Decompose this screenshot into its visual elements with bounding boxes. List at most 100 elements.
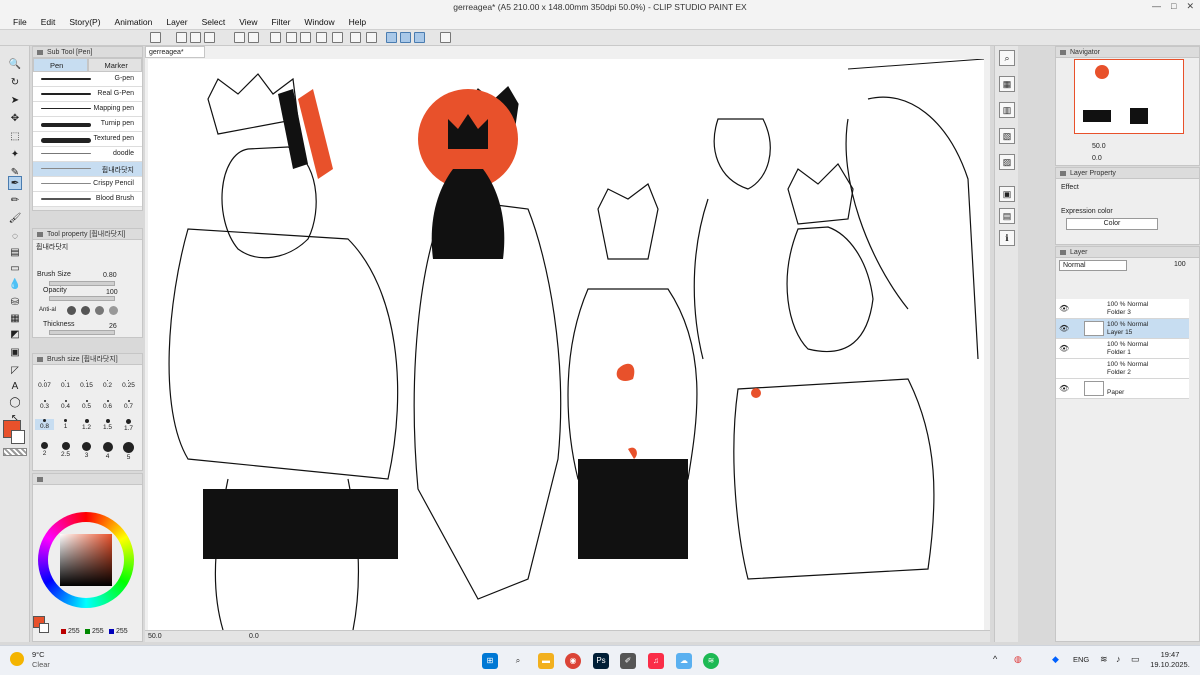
zoom-readout[interactable]: 50.0	[148, 633, 162, 640]
brush-item-g-pen[interactable]: G-pen	[33, 72, 142, 87]
menu-animation[interactable]: Animation	[108, 17, 160, 27]
menu-filter[interactable]: Filter	[265, 17, 298, 27]
brush-item-mapping-pen[interactable]: Mapping pen	[33, 102, 142, 117]
visibility-eye-icon[interactable]: 👁	[1059, 304, 1069, 313]
brush-item-crispy-pencil[interactable]: Crispy Pencil	[33, 177, 142, 192]
menu-edit[interactable]: Edit	[34, 17, 63, 27]
spotify-icon[interactable]: ≋	[703, 653, 719, 669]
menu-story[interactable]: Story(P)	[62, 17, 107, 27]
chrome-icon[interactable]: ◉	[565, 653, 581, 669]
antialias-option-1[interactable]	[67, 306, 76, 315]
brush-item-doodle[interactable]: doodle	[33, 147, 142, 162]
new-file-icon[interactable]	[176, 32, 187, 43]
approximate-color-icon[interactable]: ▨	[999, 154, 1015, 170]
undo-icon[interactable]	[234, 32, 245, 43]
visibility-eye-icon[interactable]: 👁	[1059, 344, 1069, 353]
volume-icon[interactable]: ♪	[1116, 654, 1121, 664]
language-indicator[interactable]: ENG	[1073, 655, 1089, 664]
blend-tool-icon[interactable]: 💧	[8, 278, 22, 292]
auto-select-tool-icon[interactable]: ✦	[8, 148, 22, 162]
fill-icon[interactable]	[300, 32, 311, 43]
snap-special-ruler-icon[interactable]	[400, 32, 411, 43]
rotation-readout[interactable]: 0.0	[249, 631, 259, 642]
brush-size-cell[interactable]: 0.2	[98, 380, 117, 389]
layer-row-selected[interactable]: 👁 100 % Normal Layer 15	[1056, 319, 1189, 339]
zoom-tool-icon[interactable]: 🔍	[8, 58, 22, 72]
brush-size-cell[interactable]: 4	[98, 442, 117, 460]
show-selection-icon[interactable]	[366, 32, 377, 43]
navigator-zoom[interactable]: 50.0	[1092, 143, 1106, 150]
close-button[interactable]: ✕	[1186, 1, 1194, 12]
minimize-button[interactable]: —	[1152, 1, 1161, 12]
sub-color-small-swatch[interactable]	[39, 623, 49, 633]
redo-icon[interactable]	[248, 32, 259, 43]
clip-studio-icon[interactable]: ✐	[620, 653, 636, 669]
antialias-option-4[interactable]	[109, 306, 118, 315]
weather-description[interactable]: Clear	[32, 660, 50, 669]
sub-color-swatch[interactable]	[11, 430, 25, 444]
tray-chevron-up-icon[interactable]: ^	[993, 654, 997, 664]
navigator-icon[interactable]: ▣	[999, 186, 1015, 202]
brush-size-cell[interactable]: 0.3	[35, 400, 54, 410]
info-icon[interactable]: ℹ	[999, 230, 1015, 246]
brush-size-cell[interactable]: 0.15	[77, 380, 96, 389]
color-wheel[interactable]	[38, 512, 134, 608]
color-set-icon[interactable]: ▥	[999, 102, 1015, 118]
brush-size-cell[interactable]: 0.1	[56, 380, 75, 389]
menu-help[interactable]: Help	[342, 17, 373, 27]
brush-item-textured-pen[interactable]: Textured pen	[33, 132, 142, 147]
layer-search-icon[interactable]: ▤	[999, 208, 1015, 224]
transparent-color-swatch[interactable]	[3, 448, 27, 456]
clear-icon[interactable]	[270, 32, 281, 43]
layer-row[interactable]: 👁 100 % Normal Folder 3	[1056, 299, 1189, 319]
brush-size-cell-selected[interactable]: 0.8	[35, 419, 54, 430]
operation-tool-icon[interactable]: ➤	[8, 94, 22, 108]
brush-size-cell[interactable]: 1.2	[77, 419, 96, 431]
visibility-eye-icon[interactable]: 👁	[1059, 324, 1069, 333]
brush-size-cell[interactable]: 2	[35, 442, 54, 457]
antialias-option-3[interactable]	[95, 306, 104, 315]
invert-selection-icon[interactable]	[350, 32, 361, 43]
brush-size-cell[interactable]: 3	[77, 442, 96, 459]
dropbox-icon[interactable]: ◆	[1052, 654, 1059, 665]
brush-size-cell[interactable]: 0.7	[119, 400, 138, 410]
tab-pen[interactable]: Pen	[33, 58, 88, 72]
brush-size-cell[interactable]: 1.7	[119, 419, 138, 432]
frame-tool-icon[interactable]: ▣	[8, 346, 22, 360]
figure-tool-icon[interactable]: ◩	[8, 328, 22, 342]
brush-size-cell[interactable]: 2.5	[56, 442, 75, 458]
intermediate-color-icon[interactable]: ▧	[999, 128, 1015, 144]
fill-tool-icon[interactable]: ⛁	[8, 296, 22, 310]
menu-view[interactable]: View	[232, 17, 264, 27]
document-tab[interactable]: gerreagea*	[145, 46, 205, 58]
layer-opacity-value[interactable]: 100	[1174, 261, 1186, 268]
layer-row[interactable]: 👁100 % NormalFolder 2	[1056, 359, 1189, 379]
opacity-slider[interactable]	[49, 296, 115, 301]
brush-size-cell[interactable]: 0.5	[77, 400, 96, 410]
blend-mode-select[interactable]: Normal	[1059, 260, 1127, 271]
expression-color-select[interactable]: Color	[1066, 218, 1158, 230]
menu-layer[interactable]: Layer	[159, 17, 194, 27]
clock-date[interactable]: 19.10.2025.	[1148, 660, 1192, 669]
battery-icon[interactable]: ▭	[1131, 654, 1140, 665]
search-icon[interactable]: ⌕	[999, 50, 1015, 66]
brush-size-cell[interactable]: 5	[119, 442, 138, 461]
tray-app-icon[interactable]: ◍	[1014, 654, 1022, 665]
brush-size-cell[interactable]: 1.5	[98, 419, 117, 431]
brush-size-slider[interactable]	[49, 281, 115, 286]
brush-item-real-g-pen[interactable]: Real G-Pen	[33, 87, 142, 102]
airbrush-tool-icon[interactable]: ◌	[8, 230, 22, 244]
brush-item-selected[interactable]: 휩내라닷지	[33, 162, 142, 177]
photoshop-icon[interactable]: Ps	[593, 653, 609, 669]
decoration-tool-icon[interactable]: ▤	[8, 246, 22, 260]
selection-tool-icon[interactable]: ⬚	[8, 130, 22, 144]
file-explorer-icon[interactable]: ▬	[538, 653, 554, 669]
eraser-tool-icon[interactable]: ▭	[8, 262, 22, 276]
thickness-slider[interactable]	[49, 330, 115, 335]
clear-outside-icon[interactable]	[286, 32, 297, 43]
brush-size-cell[interactable]: 0.6	[98, 400, 117, 410]
layer-row[interactable]: 👁 Paper	[1056, 379, 1189, 399]
brush-size-cell[interactable]: 0.25	[119, 380, 138, 389]
brush-tool-icon[interactable]: 🖌	[8, 212, 22, 226]
maximize-button[interactable]: □	[1171, 1, 1176, 12]
